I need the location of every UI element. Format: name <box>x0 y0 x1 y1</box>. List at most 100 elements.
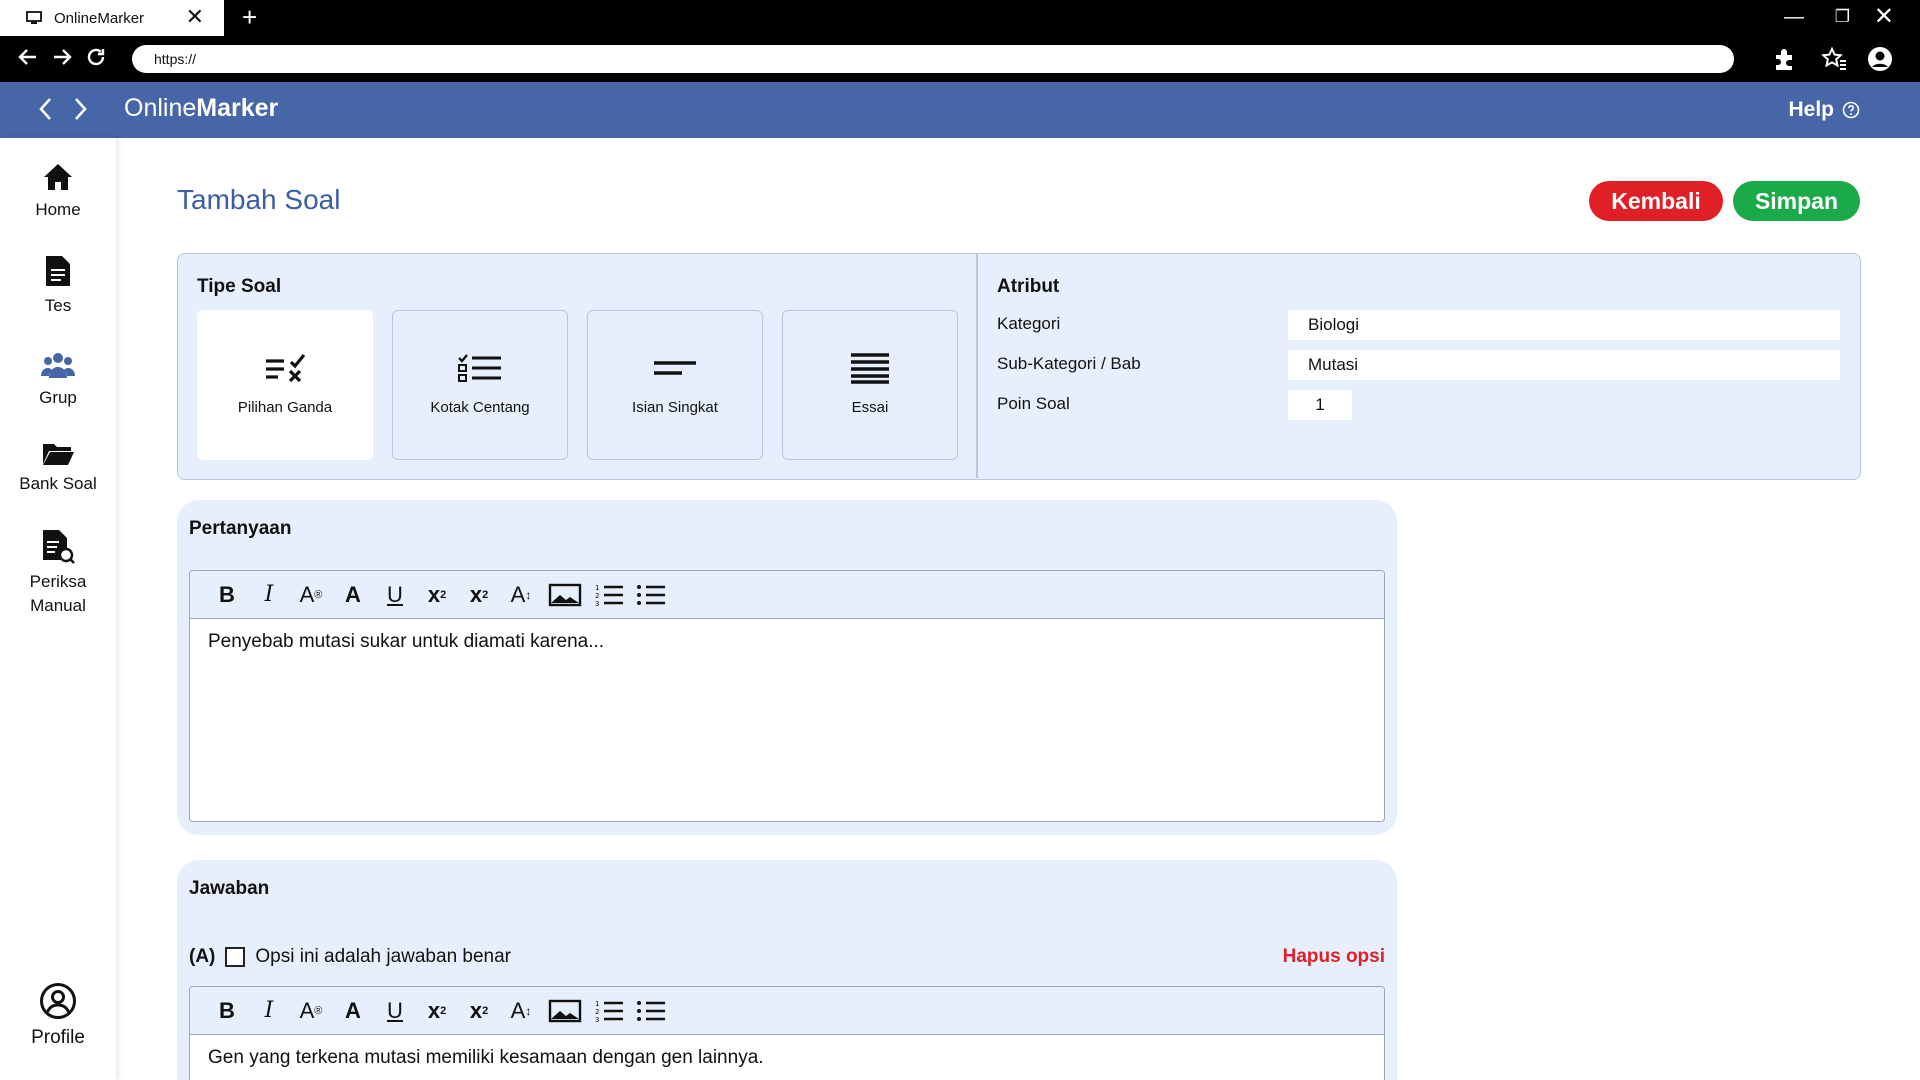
bold-icon[interactable]: B <box>212 580 242 610</box>
svg-text:3: 3 <box>595 600 599 608</box>
atribut-title: Atribut <box>997 276 1060 297</box>
folder-icon <box>43 444 74 465</box>
editor-toolbar: B I A ® A U x2 x2 A ↕ 123 <box>190 987 1384 1035</box>
highlight-icon[interactable]: A <box>338 996 368 1026</box>
sidebar-item-grup[interactable]: Grup <box>0 350 116 410</box>
superscript-icon[interactable]: x2 <box>422 580 452 610</box>
document-icon <box>46 256 70 286</box>
subscript-icon[interactable]: x2 <box>464 996 494 1026</box>
subkategori-field[interactable]: Mutasi <box>1288 350 1840 380</box>
forward-arrow-icon[interactable] <box>50 45 74 69</box>
italic-icon[interactable]: I <box>254 580 284 610</box>
sidebar-item-tes[interactable]: Tes <box>0 254 116 318</box>
option-letter: (A) <box>189 946 216 967</box>
back-arrow-icon[interactable] <box>16 45 40 69</box>
brand-light: Online <box>124 94 197 122</box>
sidebar-item-label: Bank Soal <box>19 474 97 493</box>
minimize-icon[interactable]: — <box>1784 4 1804 30</box>
correct-answer-checkbox[interactable] <box>225 947 246 967</box>
ordered-list-icon[interactable]: 123 <box>594 580 624 610</box>
window-close-icon[interactable]: ✕ <box>1874 4 1894 30</box>
bookmark-star-icon[interactable] <box>1820 45 1848 73</box>
underline-icon[interactable]: U <box>380 996 410 1026</box>
bullet-list-icon[interactable] <box>636 996 666 1026</box>
svg-text:1: 1 <box>595 584 599 592</box>
bold-icon[interactable]: B <box>212 996 242 1026</box>
highlight-icon[interactable]: A <box>338 580 368 610</box>
jawaban-title: Jawaban <box>189 878 270 899</box>
reload-icon[interactable] <box>84 45 108 69</box>
editor-toolbar: B I A ® A U x2 x2 A ↕ 123 <box>190 571 1384 619</box>
type-option-essai[interactable]: Essai <box>782 310 958 460</box>
chevron-left-icon[interactable] <box>36 96 56 122</box>
tab-close-icon[interactable]: ✕ <box>186 6 204 28</box>
question-text[interactable]: Penyebab mutasi sukar untuk diamati kare… <box>190 619 1384 665</box>
url-input[interactable]: https:// <box>132 45 1734 73</box>
new-tab-icon[interactable]: + <box>242 3 257 31</box>
type-option-label: Isian Singkat <box>632 399 718 416</box>
browser-addressbar: https:// <box>0 36 1920 82</box>
subkategori-label: Sub-Kategori / Bab <box>997 354 1141 373</box>
monitor-icon <box>26 11 42 24</box>
help-link[interactable]: Help <box>1788 98 1860 122</box>
extensions-icon[interactable] <box>1770 45 1798 73</box>
answer-text[interactable]: Gen yang terkena mutasi memiliki kesamaa… <box>190 1035 1384 1080</box>
question-circle-icon <box>1842 101 1860 119</box>
sidebar-profile-label: Profile <box>31 1027 85 1048</box>
poin-label: Poin Soal <box>997 394 1070 413</box>
svg-text:2: 2 <box>595 592 599 600</box>
panel-divider <box>976 254 978 478</box>
brand-bold: Marker <box>196 94 279 122</box>
superscript-icon[interactable]: x2 <box>422 996 452 1026</box>
italic-icon[interactable]: I <box>254 996 284 1026</box>
page-title: Tambah Soal <box>177 184 341 215</box>
question-editor: B I A ® A U x2 x2 A ↕ 123 Penyebab mutasi … <box>189 570 1385 822</box>
document-search-icon <box>43 530 75 564</box>
chevron-right-icon[interactable] <box>70 96 90 122</box>
image-icon[interactable] <box>548 580 582 610</box>
type-option-isian-singkat[interactable]: Isian Singkat <box>587 310 763 460</box>
sidebar-item-bank-soal[interactable]: Bank Soal <box>0 440 116 496</box>
sidebar-item-label: Grup <box>39 388 77 407</box>
sidebar-item-periksa-manual[interactable]: Periksa Manual <box>0 528 116 618</box>
svg-text:2: 2 <box>595 1008 599 1016</box>
font-size-icon[interactable]: A ↕ <box>506 996 536 1026</box>
answer-option-row: (A) Opsi ini adalah jawaban benar Hapus … <box>189 942 1385 972</box>
group-icon <box>41 353 75 378</box>
type-option-kotak-centang[interactable]: Kotak Centang <box>392 310 568 460</box>
restore-icon[interactable]: ❐ <box>1835 4 1850 30</box>
question-settings-panel: Tipe Soal Pilihan Ganda Kotak Centang Is… <box>177 253 1861 480</box>
poin-field[interactable]: 1 <box>1288 390 1352 420</box>
jawaban-card: Jawaban (A) Opsi ini adalah jawaban bena… <box>177 860 1397 1080</box>
font-size-icon[interactable]: A ↕ <box>506 580 536 610</box>
tab-title: OnlineMarker <box>54 9 145 27</box>
underline-icon[interactable]: U <box>380 580 410 610</box>
svg-text:1: 1 <box>595 1000 599 1008</box>
delete-option-link[interactable]: Hapus opsi <box>1283 946 1385 968</box>
browser-tabbar: OnlineMarker ✕ + — ❐ ✕ <box>0 0 1920 36</box>
sidebar-item-home[interactable]: Home <box>0 162 116 222</box>
tipe-soal-title: Tipe Soal <box>197 276 282 297</box>
svg-text:3: 3 <box>595 1016 599 1024</box>
ordered-list-icon[interactable]: 123 <box>594 996 624 1026</box>
app-logo[interactable]: OnlineMarker <box>124 94 278 123</box>
answer-editor: B I A ® A U x2 x2 A ↕ 123 Gen yang terkena… <box>189 986 1385 1080</box>
kategori-field[interactable]: Biologi <box>1288 310 1840 340</box>
font-color-icon[interactable]: A ® <box>296 580 326 610</box>
sidebar-item-profile[interactable]: Profile <box>0 982 116 1050</box>
type-option-pilihan-ganda[interactable]: Pilihan Ganda <box>197 310 373 460</box>
browser-tab[interactable]: OnlineMarker ✕ <box>0 0 224 36</box>
checklist-icon <box>458 354 501 382</box>
type-option-label: Pilihan Ganda <box>237 399 333 416</box>
sidebar-item-label: Periksa Manual <box>29 572 87 615</box>
image-icon[interactable] <box>548 996 582 1026</box>
bullet-list-icon[interactable] <box>636 580 666 610</box>
back-button[interactable]: Kembali <box>1589 181 1723 221</box>
sidebar-item-label: Tes <box>44 296 72 315</box>
subscript-icon[interactable]: x2 <box>464 580 494 610</box>
account-icon[interactable] <box>1866 45 1894 73</box>
sidebar-item-label: Home <box>35 200 81 219</box>
font-color-icon[interactable]: A ® <box>296 996 326 1026</box>
save-button[interactable]: Simpan <box>1733 181 1860 221</box>
pertanyaan-card: Pertanyaan B I A ® A U x2 x2 A ↕ 123 Penye… <box>177 500 1397 835</box>
